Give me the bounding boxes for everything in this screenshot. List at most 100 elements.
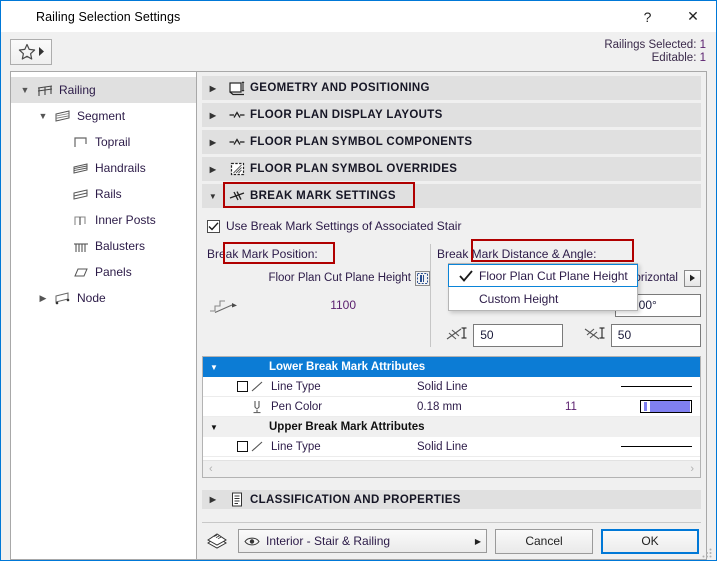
distance-right-input[interactable]: 50 [611, 324, 701, 347]
handrail-icon [69, 162, 93, 175]
section-floor-plan-symbol-overrides[interactable]: ▶ FLOOR PLAN SYMBOL OVERRIDES [202, 157, 701, 181]
line-type-icon[interactable] [225, 441, 271, 453]
tree-item-label: Handrails [93, 161, 146, 175]
chevron-right-icon: ▶ [202, 165, 224, 174]
chevron-right-icon[interactable]: ▶ [35, 293, 51, 304]
angle-popup-button[interactable] [684, 270, 701, 287]
railing-selection-settings-dialog: Railing Selection Settings ? ✕ Railings … [0, 0, 717, 561]
tree-item-inner-posts[interactable]: Inner Posts [11, 207, 196, 233]
horizontal-scrollbar[interactable]: ‹ › [203, 460, 700, 477]
line-type-preview[interactable] [621, 446, 700, 447]
position-height-row: 1100 [207, 293, 430, 317]
section-label: FLOOR PLAN SYMBOL COMPONENTS [250, 136, 472, 148]
scroll-right-arrow[interactable]: › [690, 463, 694, 475]
distance-left-input[interactable]: 50 [473, 324, 563, 347]
attribute-group-row[interactable]: ▼ Upper Break Mark Attributes [203, 417, 700, 437]
attribute-group-row[interactable]: ▼ Lower Break Mark Attributes [203, 357, 700, 377]
attribute-row[interactable]: Line TypeSolid Line [203, 437, 700, 457]
break-distance-left-icon [446, 326, 468, 345]
break-distance-right-icon [584, 326, 606, 345]
attribute-name: Pen Color [271, 401, 417, 413]
attribute-value[interactable]: Solid Line [417, 381, 565, 393]
pen-color-swatch[interactable] [621, 400, 700, 413]
resize-grip[interactable] [701, 546, 713, 558]
break-mark-icon [224, 189, 250, 203]
app-logo-icon [10, 8, 28, 26]
document-icon [224, 492, 250, 507]
toprail-icon [69, 135, 93, 149]
check-icon [453, 270, 479, 282]
section-break-mark-settings[interactable]: ▼BREAK MARK SETTINGS [202, 184, 701, 208]
section-label: FLOOR PLAN SYMBOL OVERRIDES [250, 163, 457, 175]
tree-item-segment[interactable]: ▼Segment [11, 103, 196, 129]
line-type-preview[interactable] [621, 386, 700, 387]
tree-item-rails[interactable]: Rails [11, 181, 196, 207]
position-mode-label: Floor Plan Cut Plane Height [207, 272, 415, 284]
chevron-down-icon[interactable]: ▼ [17, 85, 33, 95]
selection-info: Railings Selected: 1 Editable: 1 [604, 39, 706, 65]
cut-plane-icon[interactable] [415, 271, 430, 286]
tree-item-balusters[interactable]: Balusters [11, 233, 196, 259]
section-geometry-and-positioning[interactable]: ▶ GEOMETRY AND POSITIONING [202, 76, 701, 100]
attribute-value[interactable]: Solid Line [417, 441, 565, 453]
line-type-checkbox[interactable] [237, 441, 248, 452]
section-classification-and-properties[interactable]: ▶ CLASSIFICATION AND PROPERTIES [202, 490, 701, 509]
use-stair-settings-row[interactable]: Use Break Mark Settings of Associated St… [202, 215, 701, 237]
attribute-row[interactable]: Pen Color0.18 mm11 [203, 397, 700, 417]
panel-icon [69, 266, 93, 279]
attribute-name: Line Type [271, 441, 417, 453]
chevron-right-icon: ▶ [202, 84, 224, 93]
break-line-icon [224, 135, 250, 149]
use-stair-settings-checkbox[interactable] [207, 220, 220, 233]
favorites-button[interactable] [10, 39, 52, 65]
line-type-checkbox[interactable] [237, 381, 248, 392]
toolbar: Railings Selected: 1 Editable: 1 [1, 32, 716, 71]
break-line-icon [224, 108, 250, 122]
tree-item-node[interactable]: ▶Node [11, 285, 196, 311]
symbol-override-icon [224, 162, 250, 176]
chevron-down-icon[interactable]: ▼ [35, 111, 51, 121]
break-mark-position-column: Break Mark Position: Floor Plan Cut Plan… [202, 244, 430, 347]
tree-item-panels[interactable]: Panels [11, 259, 196, 285]
pen-icon[interactable] [225, 400, 271, 414]
line-type-icon[interactable] [225, 381, 271, 393]
attribute-value[interactable]: 0.18 mm [417, 401, 565, 413]
tree-item-railing[interactable]: ▼ Railing [11, 77, 196, 103]
tree-item-label: Panels [93, 265, 132, 279]
chevron-right-icon: ▶ [202, 111, 224, 120]
attribute-row[interactable]: Line TypeSolid Line [203, 377, 700, 397]
window-title: Railing Selection Settings [36, 10, 180, 24]
tree-item-toprail[interactable]: Toprail [11, 129, 196, 155]
node-icon [51, 292, 75, 305]
railing-icon [33, 84, 57, 97]
tree-item-handrails[interactable]: Handrails [11, 155, 196, 181]
section-label: GEOMETRY AND POSITIONING [250, 82, 430, 94]
section-floor-plan-symbol-components[interactable]: ▶FLOOR PLAN SYMBOL COMPONENTS [202, 130, 701, 154]
window-controls: ? ✕ [625, 1, 716, 32]
layer-selector[interactable]: Interior - Stair & Railing ▶ [238, 529, 487, 553]
tree-item-label: Toprail [93, 135, 130, 149]
section-label: FLOOR PLAN DISPLAY LAYOUTS [250, 109, 443, 121]
segment-icon [51, 109, 75, 123]
layer-value: Interior - Stair & Railing [266, 534, 390, 548]
component-tree: ▼ Railing ▼Segment Toprail Handrails RailsInn… [10, 71, 196, 560]
scroll-left-arrow[interactable]: ‹ [209, 463, 213, 475]
cancel-button[interactable]: Cancel [495, 529, 593, 554]
use-stair-settings-label: Use Break Mark Settings of Associated St… [226, 219, 461, 233]
attribute-group-label: Upper Break Mark Attributes [269, 421, 425, 433]
close-button[interactable]: ✕ [670, 1, 716, 32]
tree-item-label: Railing [57, 83, 96, 97]
chevron-down-icon[interactable]: ▼ [203, 423, 225, 432]
chevron-down-icon[interactable]: ▼ [203, 363, 225, 372]
attribute-pen-number: 11 [565, 401, 621, 413]
position-mode-dropdown[interactable]: Floor Plan Cut Plane Height Custom Height [448, 263, 638, 311]
dialog-body: ▼ Railing ▼Segment Toprail Handrails RailsInn… [1, 71, 716, 560]
dialog-footer: Interior - Stair & Railing ▶ Cancel OK [202, 523, 701, 559]
dropdown-option[interactable]: Floor Plan Cut Plane Height [448, 264, 638, 287]
section-floor-plan-display-layouts[interactable]: ▶ FLOOR PLAN DISPLAY LAYOUTS [202, 103, 701, 127]
attribute-group-label: Lower Break Mark Attributes [269, 361, 425, 373]
dropdown-option[interactable]: Custom Height [449, 287, 637, 310]
dropdown-option-label: Floor Plan Cut Plane Height [479, 269, 628, 283]
help-button[interactable]: ? [625, 1, 670, 32]
ok-button[interactable]: OK [601, 529, 699, 554]
